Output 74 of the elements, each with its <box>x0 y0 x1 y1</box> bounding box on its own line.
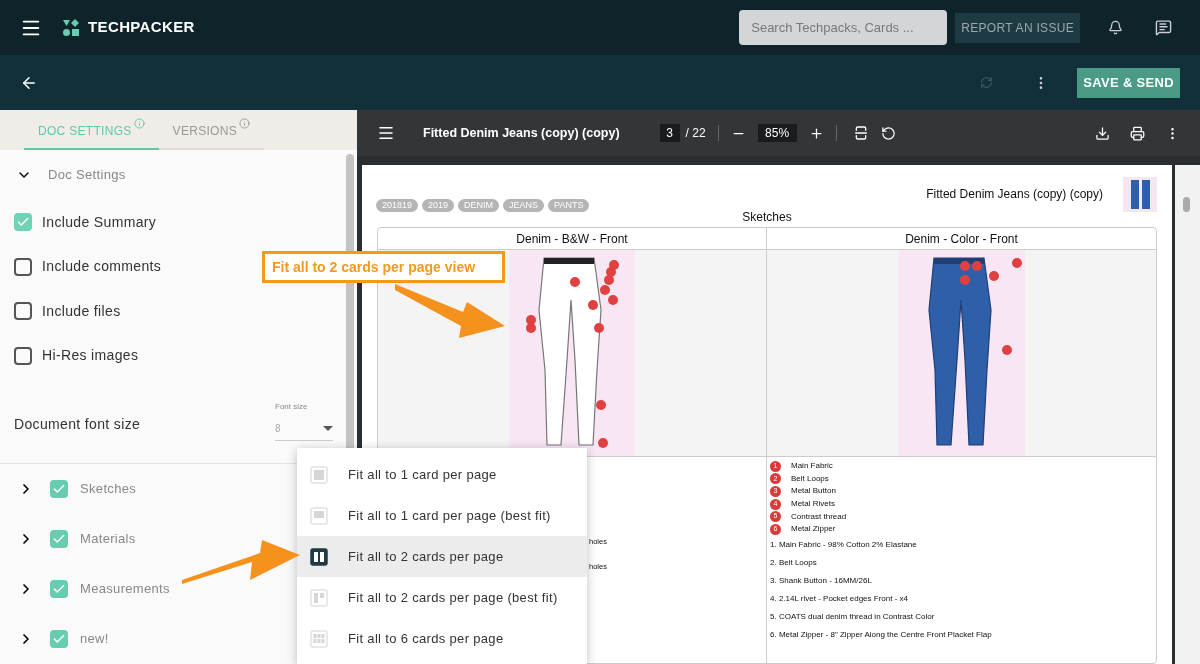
note-text: 1. Main Fabric - 98% Cotton 2% Elastane <box>770 538 918 551</box>
checkbox[interactable] <box>50 480 68 498</box>
layout-option[interactable]: Fit all to 2 cards per page <box>297 536 587 577</box>
tag: 201819 <box>376 199 419 212</box>
legend-label: Metal Button <box>791 485 836 498</box>
caret-icon <box>323 425 333 431</box>
document-title: Fitted Denim Jeans (copy) (copy) <box>423 124 620 142</box>
layout-icon <box>310 588 328 607</box>
section-title: Doc Settings <box>48 166 126 185</box>
layout-icon <box>310 465 328 484</box>
info-icon <box>133 118 145 129</box>
checkbox[interactable] <box>14 213 32 232</box>
layout-option[interactable]: Fit all to 1 card per page (best fit) <box>297 495 587 536</box>
option-label: Include Summary <box>42 212 157 232</box>
section-label: Measurements <box>80 580 170 599</box>
legend-label: Metal Zipper <box>791 523 836 536</box>
tag: 2019 <box>422 199 455 212</box>
checkbox[interactable] <box>50 530 68 548</box>
layout-option[interactable]: Fit all to 6 cards per page <box>297 618 587 659</box>
layout-icon <box>310 506 328 525</box>
zoom-field[interactable]: 85% <box>757 124 797 142</box>
note-text: 5. COATS dual denim thread in Contrast Color <box>770 610 936 623</box>
note-text: 6. Metal Zipper - 8" Zipper Along the Centre Front Placket Flap <box>770 628 993 641</box>
page-count: / 22 <box>685 125 706 142</box>
checkbox[interactable] <box>14 302 32 321</box>
section-label: Sketches <box>80 480 137 499</box>
check-icon <box>52 532 66 546</box>
legend-label: Metal Rivets <box>791 498 835 511</box>
help-icon[interactable] <box>1155 19 1172 36</box>
search-field[interactable]: Search Techpacks, Cards ... <box>739 10 948 45</box>
layout-option[interactable]: Fit all to 2 cards per page (best fit) <box>297 577 587 618</box>
download-icon[interactable] <box>1095 125 1110 141</box>
option-label: Include comments <box>42 257 162 277</box>
print-icon[interactable] <box>1130 125 1145 141</box>
checkbox[interactable] <box>14 346 32 365</box>
logo-icon <box>62 18 80 37</box>
page-field[interactable]: 3 <box>659 124 680 142</box>
scrollbar[interactable] <box>1183 197 1190 212</box>
callout-box: Fit all to 2 cards per page view <box>262 251 505 283</box>
checkbox[interactable] <box>50 630 68 648</box>
font-size-label: Document font size <box>14 415 141 434</box>
page-title: Fitted Denim Jeans (copy) (copy) <box>926 186 1103 203</box>
note-text: 4. 2.14L rivet - Pocket edges Front - x4 <box>770 592 909 605</box>
thumbnail-image <box>1123 177 1157 212</box>
report-issue-button[interactable]: REPORT AN ISSUE <box>955 12 1080 43</box>
legend-label: Belt Loops <box>791 472 829 485</box>
legend-label: Contrast thread <box>791 510 847 523</box>
tag: DENIM <box>458 199 500 212</box>
brand-name: TECHPACKER <box>88 17 195 38</box>
rotate-icon[interactable] <box>880 125 896 141</box>
fit-page-icon[interactable] <box>852 125 869 141</box>
check-icon <box>52 582 66 596</box>
section-label: new! <box>80 630 109 649</box>
option-label: Include files <box>42 301 121 321</box>
option-label: Hi-Res images <box>42 346 139 366</box>
tag: PANTS <box>548 199 590 212</box>
note-text: 3. Shank Button - 16MM/26L <box>770 574 873 587</box>
layout-option[interactable]: Fit all to 1 card per page <box>297 454 587 495</box>
section-label: Materials <box>80 530 136 549</box>
layout-icon <box>310 629 328 648</box>
section-heading: Sketches <box>742 209 792 226</box>
notification-icon[interactable] <box>1108 20 1123 35</box>
checkbox[interactable] <box>50 580 68 598</box>
info-icon <box>239 118 251 129</box>
note-text: 2. Belt Loops <box>770 556 818 569</box>
legend-label: Main Fabric <box>791 460 833 473</box>
tag: JEANS <box>503 199 545 212</box>
check-icon <box>52 482 66 496</box>
zoom-in-icon[interactable] <box>808 125 824 141</box>
font-size-select[interactable]: Font size 8 <box>275 400 333 441</box>
checkbox[interactable] <box>14 257 32 276</box>
check-icon <box>52 632 66 646</box>
layout-icon <box>310 547 328 566</box>
menu-icon[interactable] <box>377 124 395 142</box>
